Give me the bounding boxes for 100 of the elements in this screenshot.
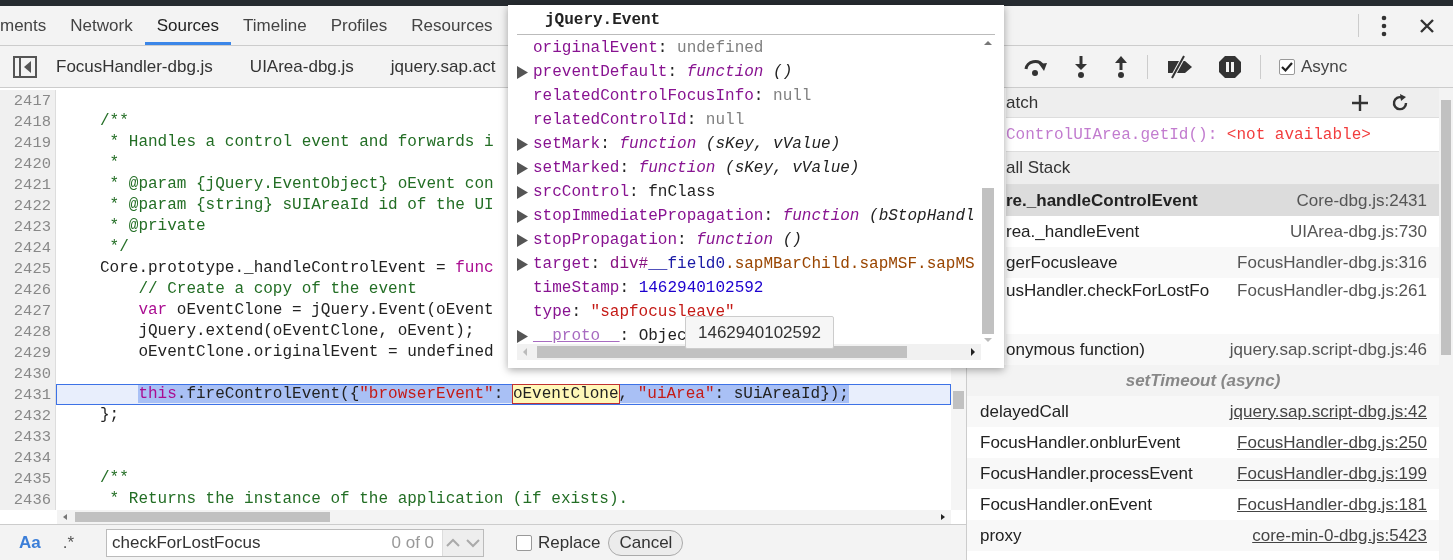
property-text: stopPropagation: function () bbox=[533, 231, 802, 249]
source-link[interactable]: FocusHandler-dbg.js:261 bbox=[1237, 281, 1427, 301]
section-title: atch bbox=[1006, 92, 1039, 113]
line-number: 2423 bbox=[13, 217, 51, 236]
step-out-icon[interactable] bbox=[1113, 54, 1129, 79]
close-icon[interactable] bbox=[1419, 17, 1435, 34]
call-stack-row[interactable]: delayedCall jquery.sap.script-dbg.js:42 bbox=[967, 396, 1439, 427]
call-stack-row[interactable]: onymous function) jquery.sap.script-dbg.js:46 bbox=[1006, 334, 1439, 365]
property-text: srcControl: fnClass bbox=[533, 183, 716, 201]
panel-tab[interactable]: Profiles bbox=[318, 9, 400, 45]
property-text: preventDefault: function () bbox=[533, 63, 793, 81]
panel-tab[interactable]: ments bbox=[0, 9, 59, 45]
code-line: * bbox=[108, 154, 120, 173]
cancel-button[interactable]: Cancel bbox=[608, 529, 684, 556]
more-options-icon[interactable] bbox=[1381, 14, 1387, 37]
deactivate-breakpoints-icon[interactable] bbox=[1166, 54, 1194, 79]
code-line: oEventClone.originalEvent = undefined bbox=[137, 343, 494, 362]
popover-title: jQuery.Event bbox=[517, 5, 995, 35]
code-line: * Returns the instance of the application (if exists). bbox=[108, 490, 629, 509]
line-number: 2421 bbox=[13, 175, 51, 194]
scrollbar[interactable] bbox=[1439, 88, 1453, 560]
function-name: proxy bbox=[980, 525, 1022, 546]
code-line: * @param {jQuery.EventObject} oEvent con bbox=[108, 175, 494, 194]
line-number: 2424 bbox=[13, 238, 51, 257]
property-text: stopImmediatePropagation: function (bStopHandl bbox=[533, 207, 975, 225]
source-link[interactable]: Core-dbg.js:2431 bbox=[1296, 190, 1427, 211]
refresh-icon[interactable] bbox=[1391, 93, 1409, 112]
line-number: 2425 bbox=[13, 259, 51, 278]
line-number: 2419 bbox=[13, 133, 51, 152]
call-stack-row[interactable]: proxy core-min-0-dbg.js:5423 bbox=[967, 520, 1439, 551]
search-input[interactable]: checkForLostFocus bbox=[107, 531, 392, 554]
code-line: this.fireControlEvent({"browserEvent": oEventClone, "uiArea": sUiAreaId}); bbox=[137, 385, 849, 404]
scroll-left-icon[interactable] bbox=[61, 513, 69, 521]
code-line: jQuery.extend(oEventClone, oEvent); bbox=[137, 322, 475, 341]
function-name: rea._handleEvent bbox=[1006, 221, 1140, 242]
pause-icon[interactable] bbox=[1218, 54, 1242, 79]
expand-arrow-icon[interactable] bbox=[517, 65, 528, 79]
expand-arrow-icon[interactable] bbox=[517, 233, 528, 247]
call-stack-row[interactable]: gerFocusleave FocusHandler-dbg.js:316 bbox=[1006, 247, 1439, 278]
code-line: /** bbox=[100, 469, 129, 488]
scroll-right-icon[interactable] bbox=[939, 513, 947, 521]
code-line: * Handles a control event and forwards i bbox=[108, 133, 494, 152]
code-line: var oEventClone = jQuery.Event(oEvent bbox=[137, 301, 494, 320]
function-name: delayedCall bbox=[980, 401, 1069, 422]
property-text: relatedControlId: null bbox=[533, 111, 745, 129]
expand-arrow-icon[interactable] bbox=[517, 161, 528, 175]
expand-arrow-icon[interactable] bbox=[517, 185, 528, 199]
regex-toggle[interactable]: .* bbox=[62, 532, 75, 553]
expand-arrow-icon[interactable] bbox=[517, 209, 528, 223]
property-text: timeStamp: 1462940102592 bbox=[533, 279, 764, 297]
replace-checkbox[interactable] bbox=[516, 534, 533, 551]
code-line: /** bbox=[100, 112, 129, 131]
scrollbar[interactable] bbox=[57, 510, 951, 524]
step-into-icon[interactable] bbox=[1073, 54, 1089, 79]
source-link[interactable]: jquery.sap.script-dbg.js:42 bbox=[1229, 401, 1427, 422]
panel-tab[interactable]: Timeline bbox=[231, 9, 319, 45]
line-number: 2436 bbox=[13, 490, 51, 509]
search-field[interactable]: checkForLostFocus 0 of 0 bbox=[106, 528, 485, 557]
function-name: FocusHandler.onblurEvent bbox=[980, 432, 1181, 453]
line-number: 2433 bbox=[13, 427, 51, 446]
source-link[interactable]: FocusHandler-dbg.js:199 bbox=[1237, 463, 1427, 484]
call-stack-row[interactable]: re._handleControlEvent Core-dbg.js:2431 bbox=[1006, 185, 1439, 216]
line-number: 2434 bbox=[13, 448, 51, 467]
sidebar-toggle-icon[interactable] bbox=[13, 55, 37, 78]
file-tab[interactable]: FocusHandler-dbg.js bbox=[53, 56, 233, 77]
call-stack-row[interactable]: FocusHandler.processEvent FocusHandler-dbg.js:199 bbox=[967, 458, 1439, 489]
function-name: gerFocusleave bbox=[1006, 252, 1118, 273]
expand-arrow-icon[interactable] bbox=[517, 329, 528, 343]
property-text: __proto__: Objec bbox=[533, 327, 687, 345]
code-line: Core.prototype._handleControlEvent = func bbox=[100, 259, 494, 278]
property-text: originalEvent: undefined bbox=[533, 39, 764, 57]
replace-label: Replace bbox=[538, 532, 601, 553]
line-number: 2426 bbox=[13, 280, 51, 299]
code-line: }; bbox=[100, 406, 120, 425]
watch-expression: ControlUIArea.getId(): <not available> bbox=[1006, 125, 1371, 144]
property-text: setMarked: function (sKey, vValue) bbox=[533, 159, 860, 177]
source-link[interactable]: FocusHandler-dbg.js:250 bbox=[1237, 432, 1427, 453]
line-number: 2422 bbox=[13, 196, 51, 215]
property-text: target: div#__field0.sapMBarChild.sapMSF.sapMS bbox=[533, 255, 975, 273]
match-case-toggle[interactable]: Aa bbox=[19, 532, 41, 553]
panel-tab[interactable]: Resources bbox=[399, 9, 505, 45]
line-number: 2418 bbox=[13, 112, 51, 131]
property-text: relatedControlFocusInfo: null bbox=[533, 87, 812, 105]
add-icon[interactable] bbox=[1351, 93, 1369, 112]
source-link[interactable]: FocusHandler-dbg.js:316 bbox=[1237, 252, 1427, 273]
file-tab[interactable]: UIArea-dbg.js bbox=[246, 56, 374, 77]
function-name: re._handleControlEvent bbox=[1006, 190, 1198, 211]
function-name: FocusHandler.onEvent bbox=[980, 494, 1152, 515]
source-link[interactable]: core-min-0-dbg.js:5423 bbox=[1252, 525, 1427, 546]
source-link[interactable]: UIArea-dbg.js:730 bbox=[1289, 221, 1427, 242]
source-link[interactable]: FocusHandler-dbg.js:181 bbox=[1237, 494, 1427, 515]
scroll-right-icon[interactable] bbox=[969, 347, 977, 357]
panel-tab[interactable]: Network bbox=[58, 9, 145, 45]
line-number: 2430 bbox=[13, 364, 51, 383]
expand-arrow-icon[interactable] bbox=[517, 257, 528, 271]
expand-arrow-icon[interactable] bbox=[517, 137, 528, 151]
line-number: 2431 bbox=[13, 385, 51, 404]
async-checkbox[interactable] bbox=[1279, 58, 1295, 75]
line-number: 2435 bbox=[13, 469, 51, 488]
source-link[interactable]: jquery.sap.script-dbg.js:46 bbox=[1229, 339, 1427, 360]
